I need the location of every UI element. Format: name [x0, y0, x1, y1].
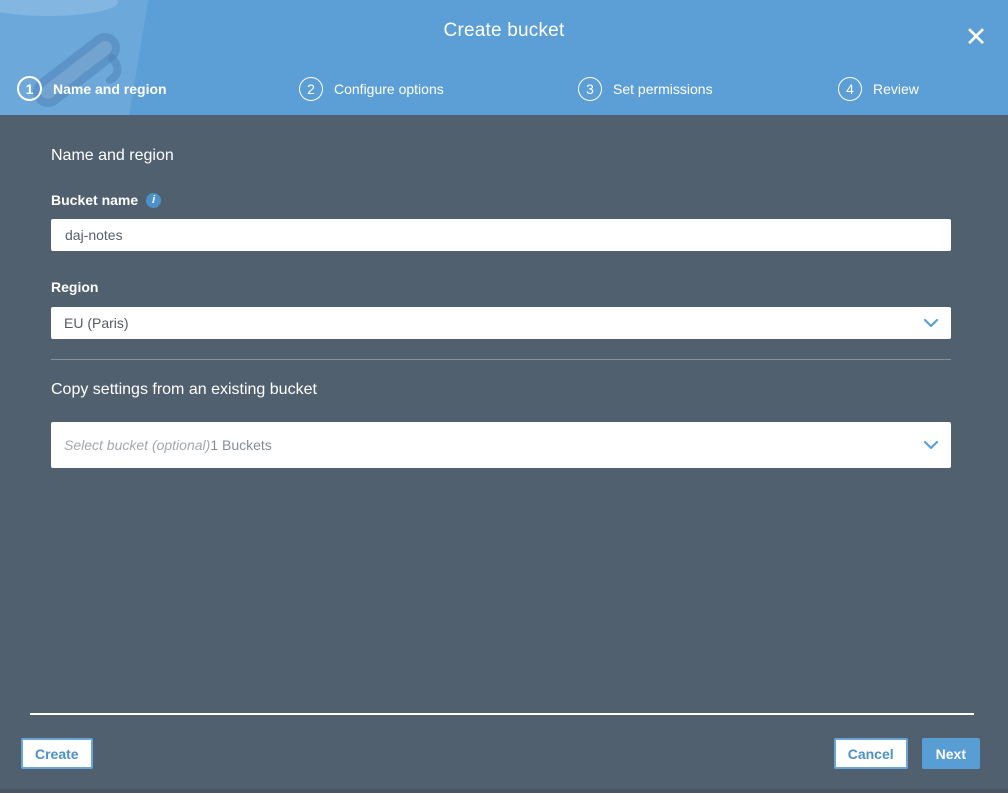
bucket-select[interactable]: Select bucket (optional) 1 Buckets — [51, 422, 951, 468]
copy-settings-heading: Copy settings from an existing bucket — [51, 381, 317, 398]
create-button[interactable]: Create — [21, 738, 93, 769]
footer-divider — [30, 713, 974, 715]
info-icon[interactable]: i — [146, 192, 162, 208]
form-content: Name and region Bucket name i Region EU … — [0, 115, 1008, 468]
section-heading: Name and region — [51, 147, 174, 164]
step-label: Review — [873, 80, 919, 97]
bottom-strip — [0, 789, 1008, 793]
step-configure-options[interactable]: 2 Configure options — [299, 62, 444, 115]
modal-title: Create bucket — [443, 20, 565, 41]
create-bucket-modal: Create bucket ✕ 1 Name and region 2 Conf… — [0, 0, 1008, 793]
step-name-and-region[interactable]: 1 Name and region — [17, 62, 167, 115]
section-divider — [51, 359, 951, 360]
bucket-name-label: Bucket name i — [51, 192, 951, 208]
step-number-badge: 3 — [578, 76, 602, 101]
chevron-down-icon — [923, 440, 939, 450]
wizard-steps: 1 Name and region 2 Configure options 3 … — [0, 62, 1008, 115]
next-button[interactable]: Next — [921, 738, 980, 769]
step-label: Set permissions — [613, 80, 713, 97]
bucket-name-label-text: Bucket name — [51, 192, 139, 208]
close-icon[interactable]: ✕ — [961, 22, 991, 52]
step-label: Configure options — [334, 80, 444, 97]
footer-right-buttons: Cancel Next — [833, 738, 980, 769]
bucket-count-text: 1 Buckets — [210, 437, 272, 453]
step-set-permissions[interactable]: 3 Set permissions — [578, 62, 713, 115]
bucket-name-input[interactable] — [51, 219, 951, 251]
region-select-value: EU (Paris) — [64, 315, 129, 331]
region-select[interactable]: EU (Paris) — [51, 307, 951, 339]
step-number-badge: 1 — [17, 76, 42, 101]
chevron-down-icon — [923, 318, 939, 328]
region-label-text: Region — [51, 279, 99, 295]
step-number-badge: 4 — [838, 76, 862, 101]
step-review[interactable]: 4 Review — [838, 62, 919, 115]
cancel-button[interactable]: Cancel — [833, 738, 908, 769]
step-number-badge: 2 — [299, 76, 323, 101]
bucket-select-placeholder: Select bucket (optional) — [64, 437, 211, 453]
region-label: Region — [51, 279, 951, 295]
step-label: Name and region — [53, 80, 167, 97]
